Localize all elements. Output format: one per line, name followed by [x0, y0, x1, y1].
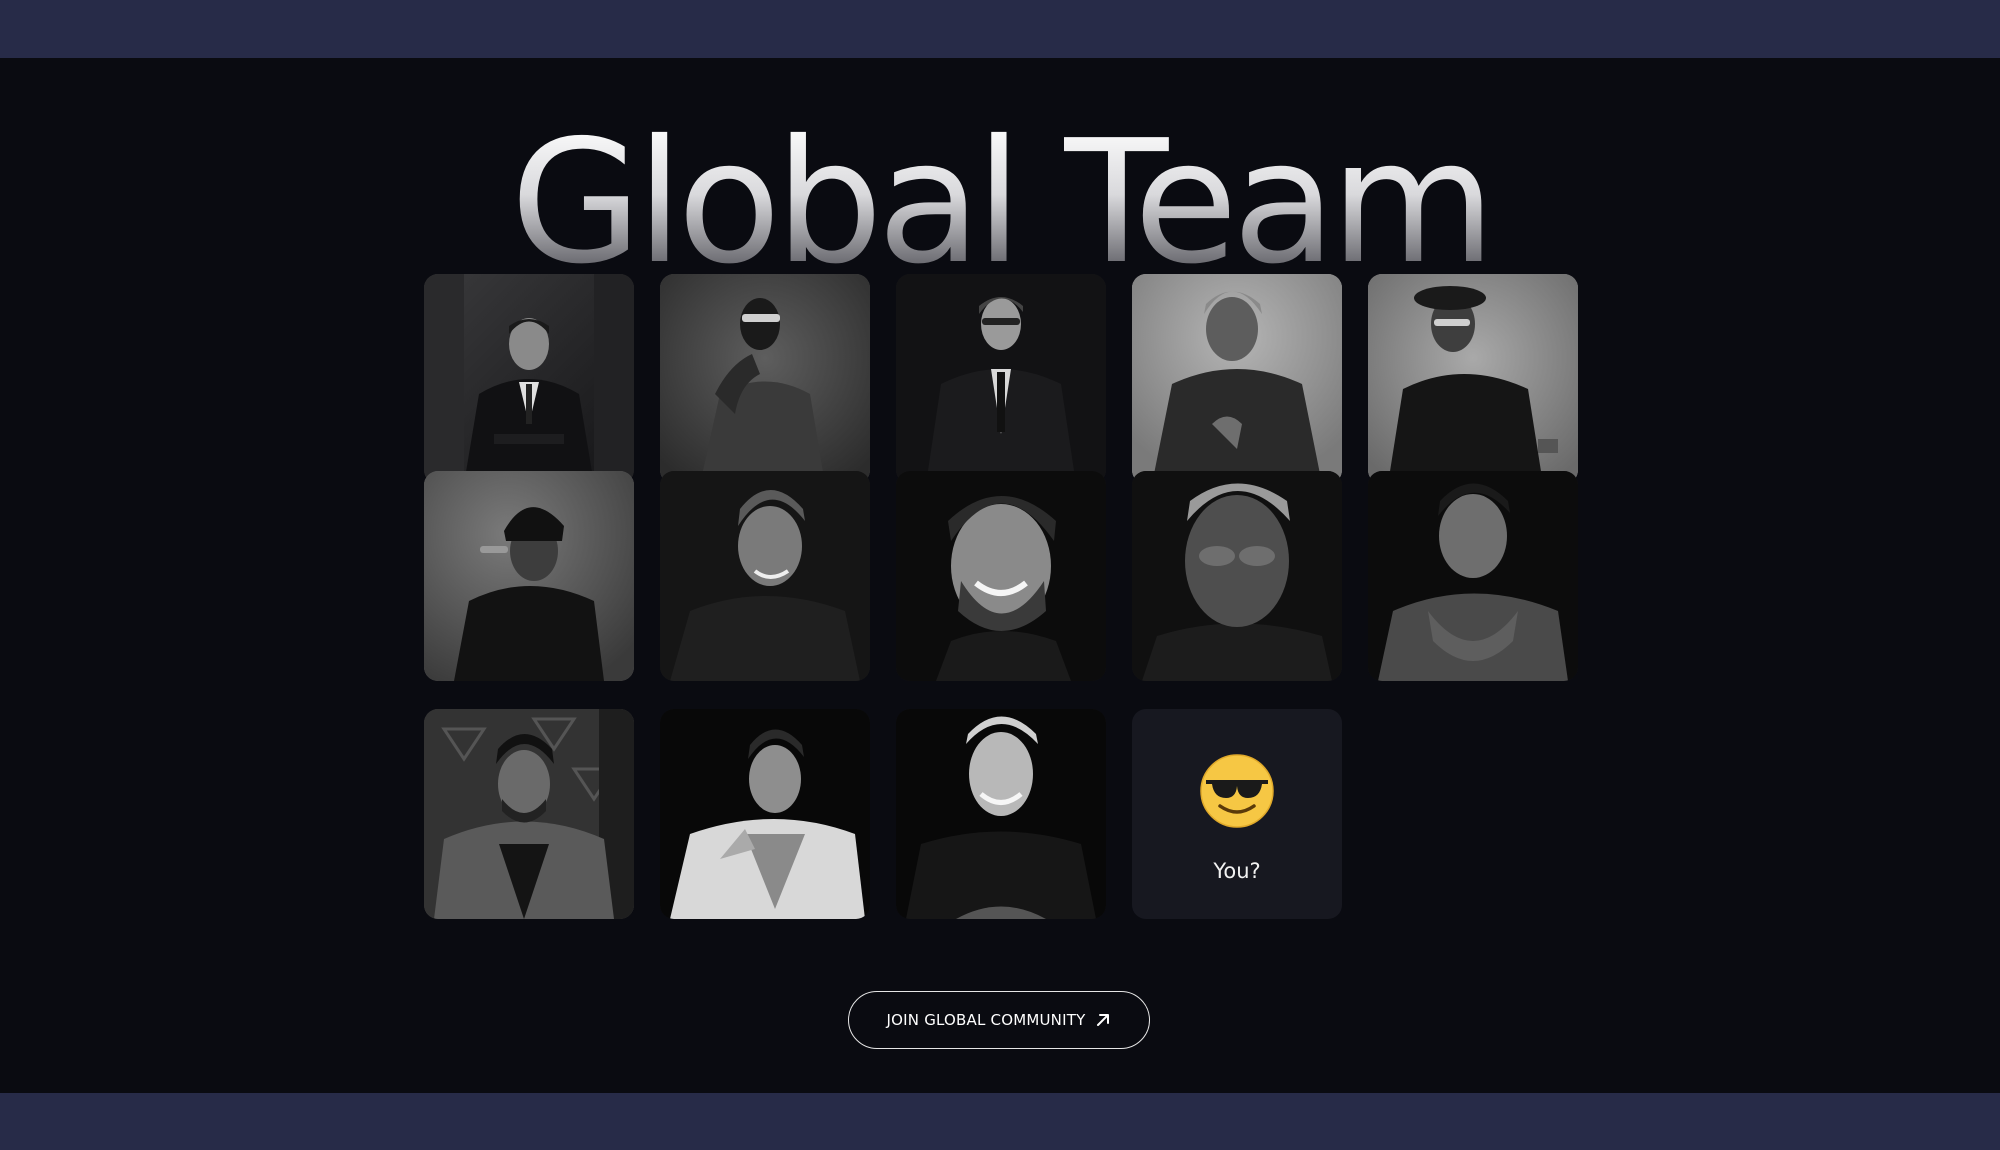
- arrow-up-right-icon: [1097, 1014, 1110, 1026]
- team-member-photo: [424, 471, 634, 681]
- team-member-photo: [660, 274, 870, 484]
- team-member-photo: [1132, 471, 1342, 681]
- team-member-photo: [896, 274, 1106, 484]
- team-member-photo: [660, 709, 870, 919]
- top-band: [0, 0, 2000, 58]
- team-member-photo: [424, 274, 634, 484]
- join-global-community-button[interactable]: JOIN GLOBAL COMMUNITY: [848, 991, 1150, 1049]
- team-member-photo: [1132, 274, 1342, 484]
- team-member-photo: [1368, 471, 1578, 681]
- cta-label: JOIN GLOBAL COMMUNITY: [886, 1011, 1086, 1029]
- team-member-photo: [896, 709, 1106, 919]
- team-member-photo: [896, 471, 1106, 681]
- you-label: You?: [1213, 859, 1261, 883]
- team-member-photo: [660, 471, 870, 681]
- you-placeholder-card[interactable]: You?: [1132, 709, 1342, 919]
- team-member-photo: [424, 709, 634, 919]
- sunglasses-smiling-face-icon: [1200, 754, 1274, 828]
- section-title: Global Team: [0, 118, 2000, 288]
- global-team-section: Global Team You? JOIN GLOBAL COMMUNITY: [0, 58, 2000, 1093]
- team-member-photo: [1368, 274, 1578, 484]
- bottom-band: [0, 1093, 2000, 1150]
